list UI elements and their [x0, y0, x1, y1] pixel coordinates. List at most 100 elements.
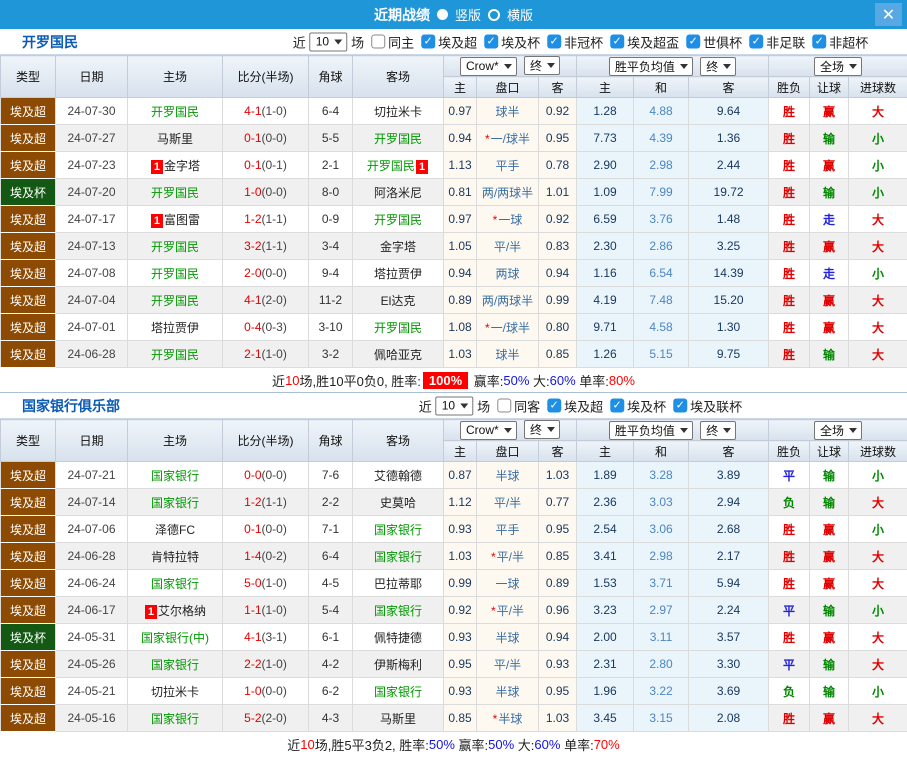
- corner-cell: 4-5: [309, 570, 353, 597]
- type-cell: 埃及超: [1, 516, 56, 543]
- horizontal-layout-radio[interactable]: [488, 9, 500, 21]
- away-odds-cell: 0.85: [539, 543, 577, 570]
- chevron-down-icon: [680, 428, 688, 433]
- half-score-text: (1-0): [262, 576, 287, 590]
- home-cell: 开罗国民: [128, 98, 223, 125]
- league-checkbox[interactable]: ✓: [421, 35, 435, 49]
- handicap-result-cell: 赢: [810, 570, 849, 597]
- type-cell: 埃及超: [1, 341, 56, 368]
- score-text: 5-0: [244, 576, 261, 590]
- score-text: 1-4: [244, 549, 261, 563]
- half-score-text: (1-0): [262, 603, 287, 617]
- section-team-2: 国家银行俱乐部 近10场同客✓埃及超✓埃及杯✓埃及联杯 类型 日期 主场 比分(…: [0, 392, 907, 756]
- score-cell: 0-4(0-3): [223, 314, 309, 341]
- handicap-text: 一球: [495, 577, 519, 591]
- goals-result-cell: 大: [849, 98, 907, 125]
- league-checkbox[interactable]: ✓: [547, 35, 561, 49]
- date-cell: 24-07-30: [56, 98, 128, 125]
- type-cell: 埃及超: [1, 314, 56, 341]
- avg-draw-cell: 4.58: [634, 314, 689, 341]
- avg-away-cell: 9.64: [689, 98, 769, 125]
- bookmaker-group-header: Crow* 终: [444, 420, 577, 441]
- fullmatch-group-header: 全场: [769, 56, 907, 77]
- handicap-text: 平/半: [494, 658, 521, 672]
- match-row: 埃及超24-07-01塔拉贾伊0-4(0-3)3-10开罗国民1.08*一/球半…: [1, 314, 907, 341]
- league-label: 非冠杯: [564, 32, 603, 51]
- same-venue-checkbox[interactable]: [497, 399, 511, 413]
- handicap-text: 半球: [495, 631, 519, 645]
- home-odds-cell: 0.93: [444, 516, 477, 543]
- away-team-name: 金字塔: [380, 240, 416, 254]
- avg-home-cell: 9.71: [577, 314, 634, 341]
- handicap-result-cell: 赢: [810, 543, 849, 570]
- score-text: 1-2: [244, 212, 261, 226]
- handicap-result-cell: 赢: [810, 624, 849, 651]
- avg-away-cell: 19.72: [689, 179, 769, 206]
- away-team-name: 国家银行: [374, 523, 422, 537]
- goals-result-cell: 小: [849, 516, 907, 543]
- bookmaker-select[interactable]: Crow*: [460, 57, 517, 76]
- league-checkbox[interactable]: ✓: [686, 35, 700, 49]
- same-venue-checkbox[interactable]: [371, 35, 385, 49]
- avg-final-select[interactable]: 终: [700, 57, 736, 76]
- match-row: 埃及超24-06-24国家银行5-0(1-0)4-5巴拉蒂耶0.99一球0.89…: [1, 570, 907, 597]
- away-team-name: El达克: [381, 294, 416, 308]
- result-cell: 胜: [769, 516, 810, 543]
- league-checkbox[interactable]: ✓: [610, 399, 624, 413]
- date-cell: 24-07-23: [56, 152, 128, 179]
- date-cell: 24-07-06: [56, 516, 128, 543]
- score-cell: 2-1(1-0): [223, 341, 309, 368]
- corner-cell: 9-4: [309, 260, 353, 287]
- league-checkbox[interactable]: ✓: [610, 35, 624, 49]
- half-score-text: (2-0): [262, 711, 287, 725]
- league-checkbox[interactable]: ✓: [547, 399, 561, 413]
- handicap-result-cell: 输: [810, 341, 849, 368]
- away-team-name: 国家银行: [374, 685, 422, 699]
- avg-draw-cell: 3.11: [634, 624, 689, 651]
- handicap-text: 平/半: [494, 496, 521, 510]
- bookmaker-group-header: Crow* 终: [444, 56, 577, 77]
- league-checkbox[interactable]: ✓: [484, 35, 498, 49]
- handicap-result-cell: 赢: [810, 98, 849, 125]
- handicap-result-cell: 赢: [810, 287, 849, 314]
- rounds-select[interactable]: 10: [310, 32, 347, 51]
- league-checkbox[interactable]: ✓: [749, 35, 763, 49]
- fullmatch-select[interactable]: 全场: [814, 421, 862, 440]
- corner-cell: 5-4: [309, 597, 353, 624]
- close-button[interactable]: ✕: [875, 3, 902, 26]
- away-team-name: 马斯里: [380, 712, 416, 726]
- score-text: 2-2: [244, 657, 261, 671]
- score-cell: 4-1(2-0): [223, 287, 309, 314]
- score-cell: 2-2(1-0): [223, 651, 309, 678]
- avg-final-select[interactable]: 终: [700, 421, 736, 440]
- league-checkbox[interactable]: ✓: [812, 35, 826, 49]
- fullmatch-group-header: 全场: [769, 420, 907, 441]
- corner-cell: 3-2: [309, 341, 353, 368]
- away-team-name: 伊斯梅利: [374, 658, 422, 672]
- horizontal-layout-label[interactable]: 横版: [507, 5, 533, 24]
- rounds-select[interactable]: 10: [436, 396, 473, 415]
- avg-home-cell: 4.19: [577, 287, 634, 314]
- vertical-layout-label[interactable]: 竖版: [455, 5, 481, 24]
- bookmaker-select[interactable]: Crow*: [460, 421, 517, 440]
- league-checkbox[interactable]: ✓: [673, 399, 687, 413]
- away-team-name: 开罗国民: [374, 321, 422, 335]
- result-cell: 胜: [769, 705, 810, 732]
- half-score-text: (0-3): [262, 320, 287, 334]
- bookmaker-final-select[interactable]: 终: [524, 420, 560, 439]
- home-cell: 开罗国民: [128, 341, 223, 368]
- match-row: 埃及超24-06-171艾尔格纳1-1(1-0)5-4国家银行0.92*平/半0…: [1, 597, 907, 624]
- fullmatch-select[interactable]: 全场: [814, 57, 862, 76]
- summary-segment: 10: [285, 373, 299, 388]
- bookmaker-final-select[interactable]: 终: [524, 56, 560, 75]
- handicap-cell: 平/半: [477, 233, 539, 260]
- col-handicap: 盘口: [477, 441, 539, 462]
- chevron-down-icon: [723, 64, 731, 69]
- corner-cell: 6-1: [309, 624, 353, 651]
- away-team-name: 史莫哈: [380, 496, 416, 510]
- avg-select[interactable]: 胜平负均值: [609, 421, 693, 440]
- handicap-result-cell: 输: [810, 597, 849, 624]
- avg-select[interactable]: 胜平负均值: [609, 57, 693, 76]
- date-cell: 24-06-28: [56, 543, 128, 570]
- vertical-layout-radio[interactable]: [437, 9, 448, 20]
